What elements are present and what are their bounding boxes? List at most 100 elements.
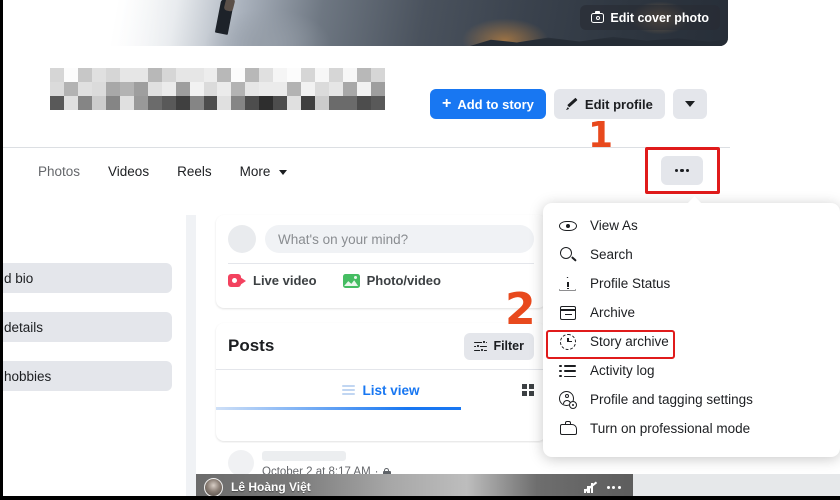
posts-view-toggle-bar: List view (216, 370, 546, 410)
grid-view-tab[interactable] (522, 384, 534, 396)
mosaic-cell (63, 82, 78, 96)
menu-item-activity-log-label: Activity log (590, 362, 655, 378)
sidebar-card-edit-details[interactable]: details (0, 312, 172, 342)
briefcase-icon (559, 420, 577, 438)
edit-cover-photo-label: Edit cover photo (610, 10, 709, 25)
filter-button[interactable]: Filter (464, 332, 534, 360)
mosaic-cell (161, 96, 176, 110)
video-author-avatar (204, 477, 223, 497)
edit-profile-label: Edit profile (584, 96, 653, 112)
photo-video-button[interactable]: Photo/video (342, 273, 441, 288)
tab-videos[interactable]: Videos (94, 159, 163, 184)
mosaic-cell (105, 68, 120, 82)
post-composer-card: What's on your mind? Live video Photo/vi… (216, 215, 546, 308)
mosaic-cell (77, 96, 92, 110)
profile-center-column: What's on your mind? Live video Photo/vi… (196, 215, 546, 500)
mosaic-cell (77, 68, 92, 82)
mosaic-cell (203, 96, 218, 110)
menu-item-story-archive[interactable]: Story archive (543, 327, 840, 356)
mosaic-cell (161, 82, 176, 96)
menu-item-professional-mode-label: Turn on professional mode (590, 420, 751, 436)
menu-item-profile-tagging-settings-label: Profile and tagging settings (590, 391, 753, 407)
tab-photos[interactable]: Photos (24, 159, 94, 184)
menu-item-archive[interactable]: Archive (543, 298, 840, 327)
volume-muted-icon[interactable] (583, 481, 598, 493)
profile-options-menu: View As Search Profile Status Archive St… (543, 196, 840, 457)
mosaic-cell (287, 82, 302, 96)
camera-icon (591, 11, 605, 23)
profile-more-actions-button[interactable] (672, 89, 707, 119)
sliders-icon (474, 340, 488, 352)
mosaic-cell (329, 82, 344, 96)
composer-top-row: What's on your mind? (228, 225, 534, 253)
mosaic-cell (343, 68, 358, 82)
mosaic-cell (245, 68, 260, 82)
edit-cover-photo-button[interactable]: Edit cover photo (580, 5, 720, 30)
mosaic-cell (63, 96, 78, 110)
mosaic-cell (329, 96, 344, 110)
sidebar-card-add-hobbies[interactable]: hobbies (0, 361, 172, 391)
menu-item-activity-log[interactable]: Activity log (543, 356, 840, 385)
mosaic-cell (189, 82, 204, 96)
mosaic-cell (315, 96, 330, 110)
more-options-highlight-box (645, 147, 720, 194)
mosaic-cell (147, 68, 162, 82)
search-icon (559, 246, 577, 264)
mosaic-cell (105, 96, 120, 110)
list-view-tab[interactable]: List view (342, 383, 420, 398)
profile-nav-tabs: Photos Videos Reels More (24, 159, 301, 184)
view-tab-underline (216, 407, 461, 410)
mosaic-cell (371, 96, 385, 110)
mosaic-cell (133, 82, 148, 96)
tab-more-label: More (239, 164, 271, 179)
mosaic-cell (245, 82, 260, 96)
mosaic-cell (119, 68, 134, 82)
menu-item-profile-status-label: Profile Status (590, 275, 671, 291)
composer-action-row: Live video Photo/video (228, 264, 534, 288)
filter-label: Filter (493, 339, 524, 353)
clock-history-icon (559, 333, 577, 351)
mosaic-cell (231, 68, 246, 82)
mosaic-cell (273, 96, 288, 110)
post-author-avatar[interactable] (228, 450, 254, 476)
annotation-number-1: 1 (588, 115, 614, 156)
add-to-story-button[interactable]: + Add to story (430, 89, 546, 119)
cover-photo[interactable]: Edit cover photo (0, 0, 728, 46)
menu-item-profile-status[interactable]: Profile Status (543, 269, 840, 298)
mosaic-cell (50, 82, 64, 96)
list-bullet-icon (559, 362, 577, 380)
mosaic-cell (287, 68, 302, 82)
mosaic-cell (217, 96, 232, 110)
composer-avatar (228, 225, 256, 253)
mosaic-cell (147, 96, 162, 110)
cover-left-fade (0, 0, 170, 46)
mosaic-cell (301, 96, 316, 110)
plus-icon: + (442, 94, 452, 112)
posts-card: Posts Filter List view (216, 323, 546, 441)
mosaic-cell (105, 82, 120, 96)
menu-item-archive-label: Archive (590, 304, 636, 320)
chevron-down-icon (279, 169, 288, 175)
mosaic-cell (273, 68, 288, 82)
video-options-icon[interactable] (606, 485, 621, 489)
menu-item-search[interactable]: Search (543, 240, 840, 269)
mosaic-cell (343, 82, 358, 96)
menu-item-view-as[interactable]: View As (543, 211, 840, 240)
mosaic-cell (273, 82, 288, 96)
mosaic-cell (50, 68, 64, 82)
mosaic-cell (77, 82, 92, 96)
sidebar-card-add-bio[interactable]: d bio (0, 263, 172, 293)
mosaic-cell (259, 68, 274, 82)
profile-left-sidebar: d bio details hobbies (0, 215, 186, 500)
tab-more[interactable]: More (226, 159, 302, 184)
mosaic-cell (175, 82, 190, 96)
video-author-name: Lê Hoàng Việt (231, 480, 311, 494)
menu-item-profile-tagging-settings[interactable]: Profile and tagging settings (543, 385, 840, 414)
live-video-button[interactable]: Live video (228, 273, 317, 288)
composer-input[interactable]: What's on your mind? (265, 225, 534, 253)
mosaic-cell (133, 96, 148, 110)
sidebar-card-add-bio-label: d bio (4, 270, 34, 286)
menu-item-professional-mode[interactable]: Turn on professional mode (543, 414, 840, 443)
tab-reels[interactable]: Reels (163, 159, 226, 184)
mosaic-cell (147, 82, 162, 96)
